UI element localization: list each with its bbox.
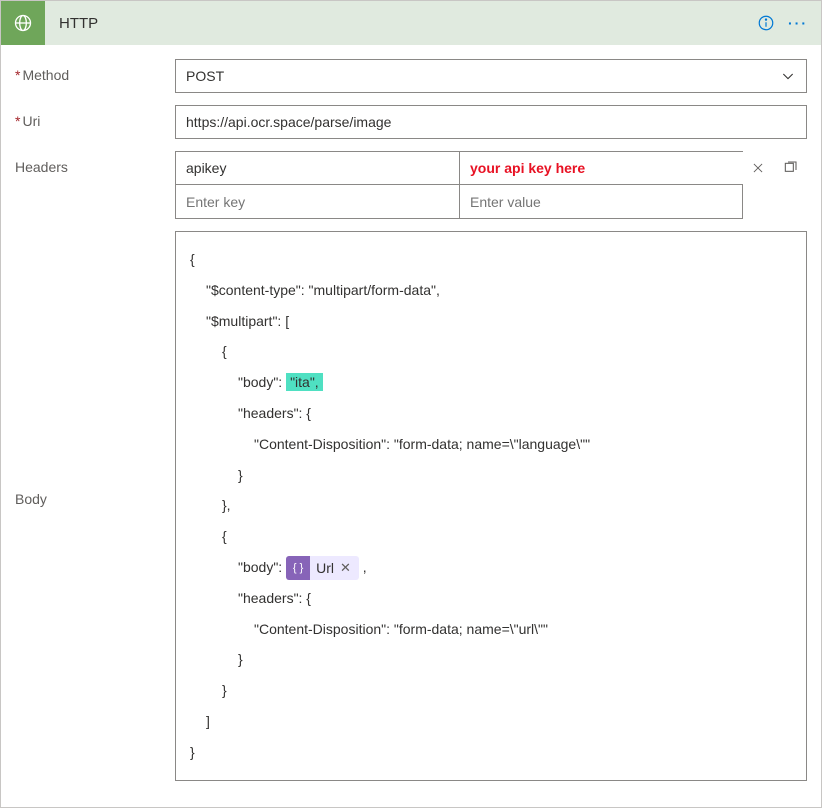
label-body: Body: [15, 231, 175, 507]
body-line: }: [190, 644, 792, 675]
highlighted-value: "ita",: [286, 373, 323, 391]
header-key-1[interactable]: [175, 185, 459, 219]
label-uri: Uri: [15, 105, 175, 129]
body-line: "$content-type": "multipart/form-data",: [190, 275, 792, 306]
body-line: "body": { } Url ✕ ,: [190, 552, 792, 583]
body-line: },: [190, 490, 792, 521]
body-line: {: [190, 244, 792, 275]
header-value-1[interactable]: [459, 185, 743, 219]
row-method: Method POST: [15, 59, 807, 93]
expression-icon: { }: [286, 556, 310, 580]
more-menu-button[interactable]: ···: [787, 12, 809, 34]
method-value: POST: [186, 68, 224, 84]
info-icon[interactable]: [755, 12, 777, 34]
label-headers: Headers: [15, 151, 175, 175]
chevron-down-icon: [780, 68, 796, 84]
dynamic-content-token[interactable]: { } Url ✕: [286, 556, 359, 580]
switch-to-text-mode[interactable]: [775, 151, 805, 185]
body-line: "headers": {: [190, 583, 792, 614]
row-headers: Headers your api key here: [15, 151, 807, 219]
body-line: "headers": {: [190, 398, 792, 429]
method-select[interactable]: POST: [175, 59, 807, 93]
panel-header: HTTP ···: [1, 1, 821, 45]
form-body: Method POST Uri Headers: [1, 45, 821, 807]
http-icon: [1, 1, 45, 45]
header-value-0[interactable]: your api key here: [459, 151, 743, 185]
row-uri: Uri: [15, 105, 807, 139]
body-line: "$multipart": [: [190, 306, 792, 337]
label-method: Method: [15, 59, 175, 83]
delete-header-row-0[interactable]: [743, 151, 773, 185]
body-line: }: [190, 737, 792, 768]
body-line: "body": "ita",: [190, 367, 792, 398]
remove-token-button[interactable]: ✕: [340, 554, 351, 583]
body-editor[interactable]: { "$content-type": "multipart/form-data"…: [175, 231, 807, 781]
header-value-0-placeholder: your api key here: [470, 160, 585, 176]
header-key-0[interactable]: [175, 151, 459, 185]
body-line: }: [190, 675, 792, 706]
uri-input[interactable]: [175, 105, 807, 139]
token-label: Url: [316, 553, 334, 584]
body-line: ]: [190, 706, 792, 737]
body-line: {: [190, 521, 792, 552]
body-line: "Content-Disposition": "form-data; name=…: [190, 429, 792, 460]
body-line: {: [190, 336, 792, 367]
body-line: }: [190, 460, 792, 491]
body-line: "Content-Disposition": "form-data; name=…: [190, 614, 792, 645]
panel-title: HTTP: [45, 15, 747, 32]
row-body: Body { "$content-type": "multipart/form-…: [15, 231, 807, 781]
http-action-panel: HTTP ··· Method POST: [0, 0, 822, 808]
